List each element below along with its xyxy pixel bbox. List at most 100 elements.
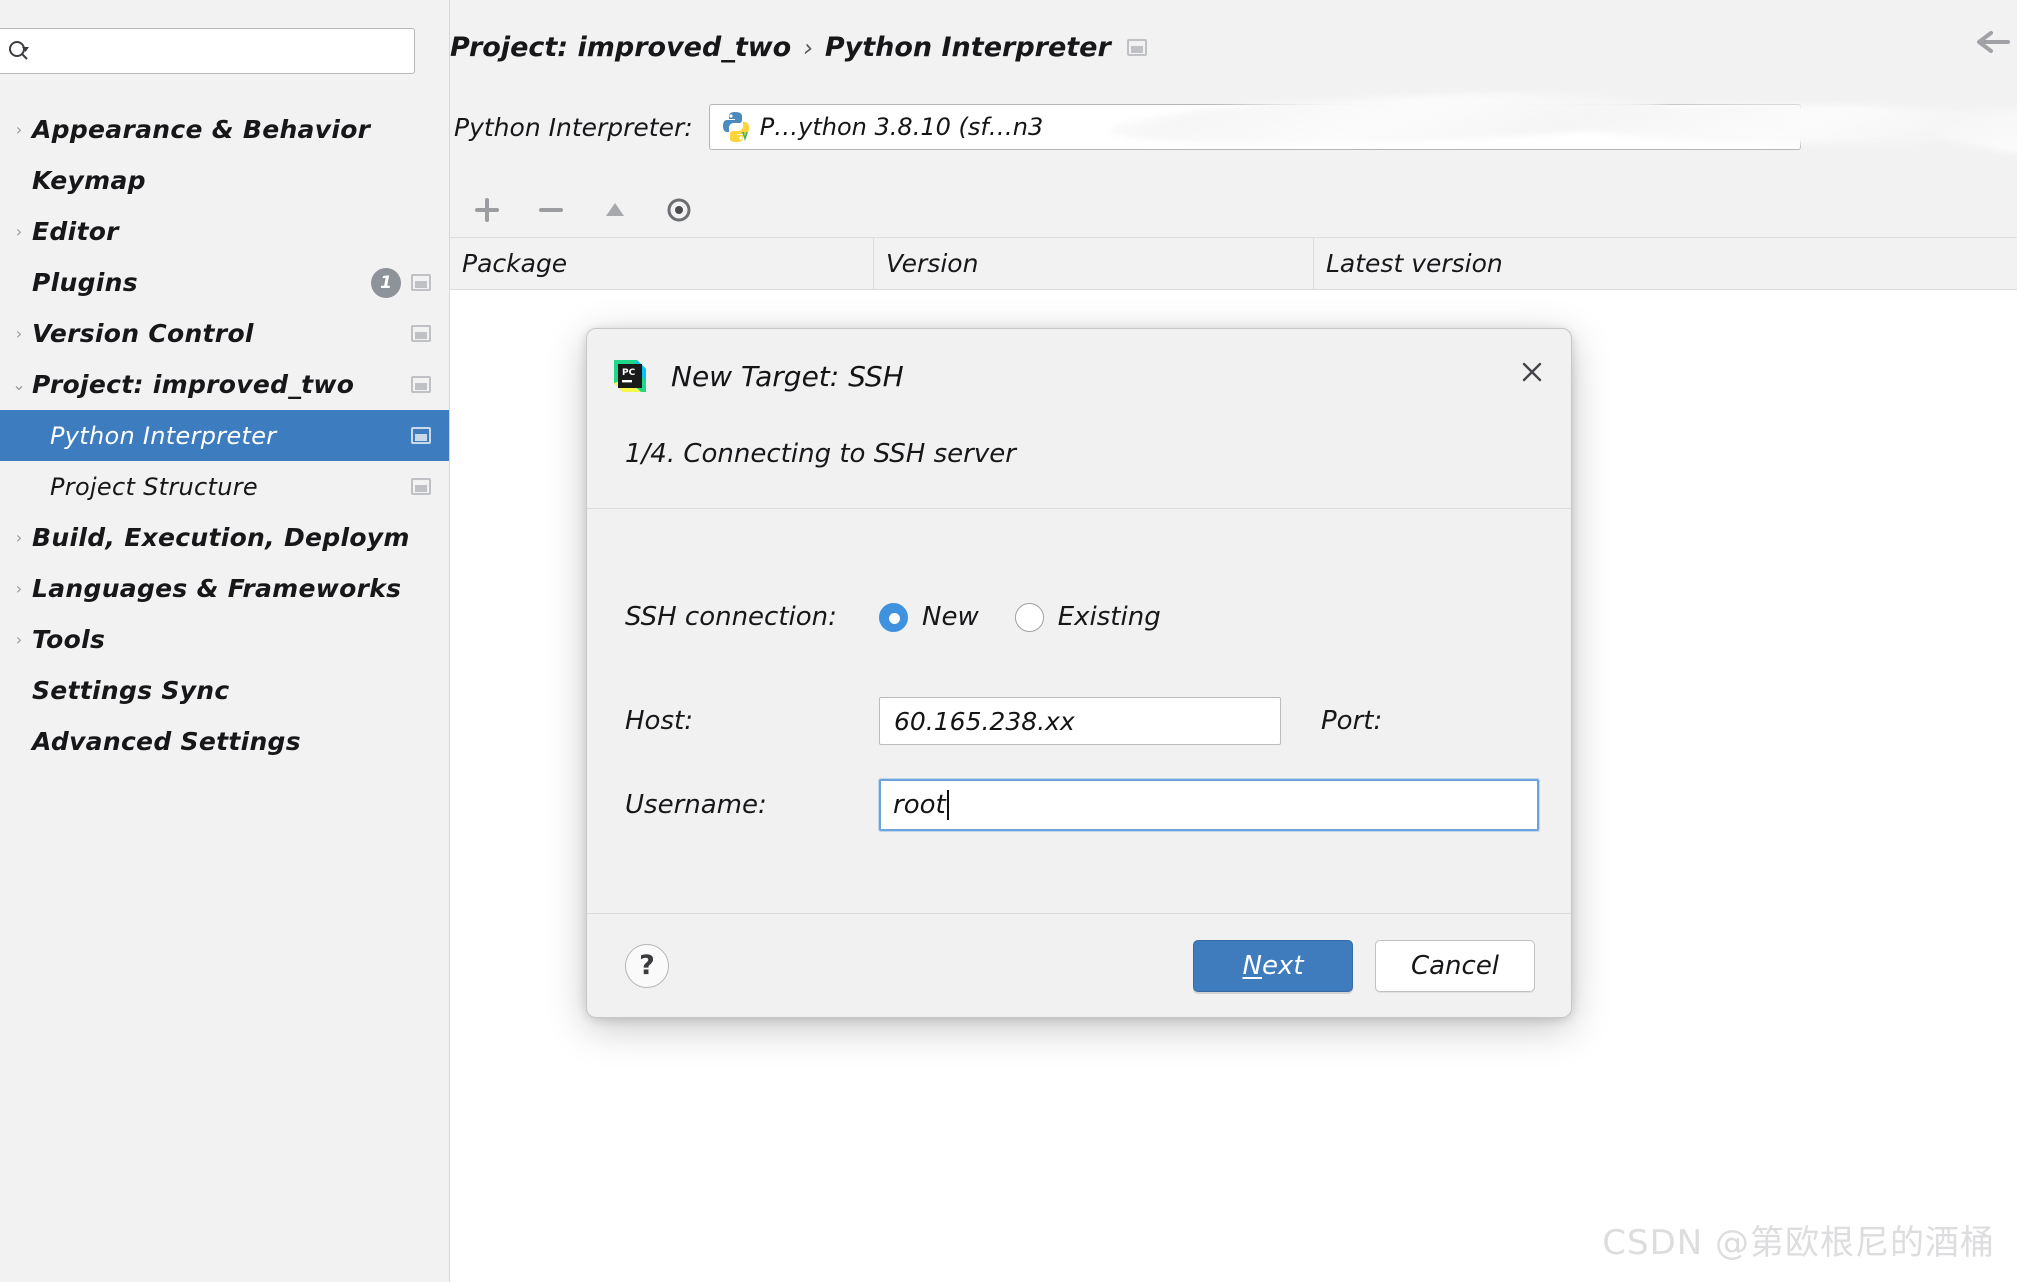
packages-toolbar [450, 182, 2017, 238]
detach-window-icon[interactable] [1126, 39, 1147, 56]
sidebar-item-plugins[interactable]: › Plugins 1 [0, 257, 449, 308]
pycharm-logo-icon: PC [611, 357, 649, 395]
sidebar-item-version-control[interactable]: › Version Control [0, 308, 449, 359]
sidebar-item-python-interpreter[interactable]: Python Interpreter [0, 410, 449, 461]
radio-button-icon[interactable] [879, 602, 908, 632]
plugins-update-badge: 1 [371, 267, 401, 298]
sidebar-item-appearance-behavior[interactable]: › Appearance & Behavior [0, 104, 449, 155]
dialog-step-text: 1/4. Connecting to SSH server [625, 439, 1016, 469]
detach-window-icon[interactable] [411, 376, 431, 393]
sidebar-item-project-structure[interactable]: Project Structure [0, 461, 449, 512]
sidebar-item-languages-frameworks[interactable]: › Languages & Frameworks [0, 563, 449, 614]
back-arrow-icon[interactable] [1973, 22, 2013, 62]
host-input[interactable] [892, 705, 1268, 737]
sidebar-item-label: Advanced Settings [32, 727, 301, 756]
chevron-right-icon[interactable]: › [6, 222, 32, 241]
cancel-button[interactable]: Cancel [1375, 939, 1535, 992]
add-package-icon[interactable] [468, 191, 506, 229]
sidebar-item-label: Version Control [32, 319, 254, 348]
chevron-down-icon[interactable] [1763, 121, 1786, 133]
detach-window-icon[interactable] [411, 478, 431, 495]
chevron-right-icon[interactable]: › [6, 324, 32, 343]
sidebar-item-label: Python Interpreter [50, 421, 277, 450]
breadcrumb-separator: › [803, 33, 813, 62]
radio-existing[interactable]: Existing [1014, 602, 1161, 632]
detach-window-icon[interactable] [411, 325, 431, 342]
column-header-package[interactable]: Package [450, 238, 874, 289]
detach-window-icon[interactable] [411, 427, 431, 444]
close-icon[interactable] [1515, 355, 1549, 389]
sidebar-item-label: Tools [32, 625, 106, 654]
ssh-connection-row: SSH connection: New Existing [625, 602, 1161, 632]
dialog-title: New Target: SSH [671, 359, 904, 393]
sidebar-item-settings-sync[interactable]: › Settings Sync [0, 665, 449, 716]
column-header-latest-version[interactable]: Latest version [1314, 238, 2017, 289]
chevron-right-icon[interactable]: › [6, 630, 32, 649]
svg-text:PC: PC [622, 368, 636, 378]
host-label: Host: [625, 706, 693, 736]
next-mnemonic: N [1242, 950, 1262, 981]
sidebar-item-project[interactable]: ⌄ Project: improved_two [0, 359, 449, 410]
next-label-rest: ext [1261, 950, 1304, 981]
radio-button-icon[interactable] [1014, 602, 1044, 632]
username-field[interactable]: root [879, 779, 1539, 831]
ssh-connection-label: SSH connection: [625, 602, 837, 632]
show-early-releases-eye-icon[interactable] [660, 191, 698, 229]
search-icon [7, 39, 33, 63]
username-value: root [893, 790, 946, 820]
dialog-body: SSH connection: New Existing Host: Port: [587, 509, 1571, 913]
dialog-footer: ? Next Cancel [587, 913, 1571, 1017]
radio-existing-label: Existing [1057, 602, 1161, 632]
sidebar-item-label: Project: improved_two [32, 370, 355, 399]
text-caret [946, 790, 949, 820]
host-field[interactable] [879, 697, 1281, 745]
python-interpreter-label: Python Interpreter: [454, 112, 693, 142]
sidebar-item-label: Project Structure [50, 472, 258, 501]
packages-table-header: Package Version Latest version [450, 238, 2017, 290]
python-interpreter-combobox[interactable]: P…ython 3.8.10 (sf…n3 [708, 104, 1801, 150]
settings-search-wrapper [0, 28, 431, 74]
new-target-ssh-dialog: PC New Target: SSH 1/4. Connecting to SS… [586, 328, 1572, 1018]
sidebar-item-tools[interactable]: › Tools [0, 614, 449, 665]
sidebar-item-label: Settings Sync [32, 676, 230, 705]
detach-window-icon[interactable] [411, 274, 431, 291]
sidebar-item-label: Plugins [32, 268, 138, 297]
python-icon [720, 110, 752, 144]
sidebar-item-label: Languages & Frameworks [32, 574, 402, 603]
settings-tree: › Appearance & Behavior › Keymap › Edito… [0, 104, 449, 767]
dialog-actions: Next Cancel [1193, 939, 1535, 992]
breadcrumb: Project: improved_two › Python Interpret… [450, 32, 1165, 63]
search-input[interactable] [33, 39, 404, 63]
redaction-smudge [1929, 99, 2017, 167]
next-button[interactable]: Next [1193, 939, 1353, 992]
settings-sidebar: › Appearance & Behavior › Keymap › Edito… [0, 0, 450, 1282]
sidebar-item-advanced-settings[interactable]: › Advanced Settings [0, 716, 449, 767]
help-button[interactable]: ? [625, 943, 669, 988]
sidebar-item-build-execution-deployment[interactable]: › Build, Execution, Deploym [0, 512, 449, 563]
python-interpreter-value: P…ython 3.8.10 (sf…n3 [759, 113, 1044, 141]
chevron-right-icon[interactable]: › [6, 528, 32, 547]
breadcrumb-page: Python Interpreter [824, 32, 1111, 63]
python-interpreter-row: Python Interpreter: P…ython 3.8.10 (sf…n… [454, 104, 2017, 239]
sidebar-item-label: Keymap [32, 166, 146, 195]
chevron-right-icon[interactable]: › [6, 579, 32, 598]
host-row: Host: Port: [625, 697, 1571, 745]
port-label: Port: [1321, 706, 1383, 736]
dialog-title-row: PC New Target: SSH [611, 357, 904, 395]
breadcrumb-project[interactable]: Project: improved_two [450, 32, 791, 63]
ssh-connection-radio-group: New Existing [879, 602, 1161, 632]
radio-new[interactable]: New [879, 602, 979, 632]
sidebar-item-editor[interactable]: › Editor [0, 206, 449, 257]
username-row: Username: root [625, 779, 1539, 831]
sidebar-item-label: Build, Execution, Deploym [32, 523, 410, 552]
csdn-watermark: CSDN @第欧根尼的酒桶 [1602, 1223, 1995, 1263]
settings-search-box[interactable] [0, 28, 415, 74]
upgrade-package-icon[interactable] [596, 191, 634, 229]
chevron-right-icon[interactable]: › [6, 120, 32, 139]
sidebar-item-label: Appearance & Behavior [32, 115, 371, 144]
chevron-down-icon[interactable]: ⌄ [6, 375, 32, 394]
sidebar-item-keymap[interactable]: › Keymap [0, 155, 449, 206]
remove-package-icon[interactable] [532, 191, 570, 229]
column-header-version[interactable]: Version [874, 238, 1314, 289]
radio-new-label: New [922, 602, 979, 632]
